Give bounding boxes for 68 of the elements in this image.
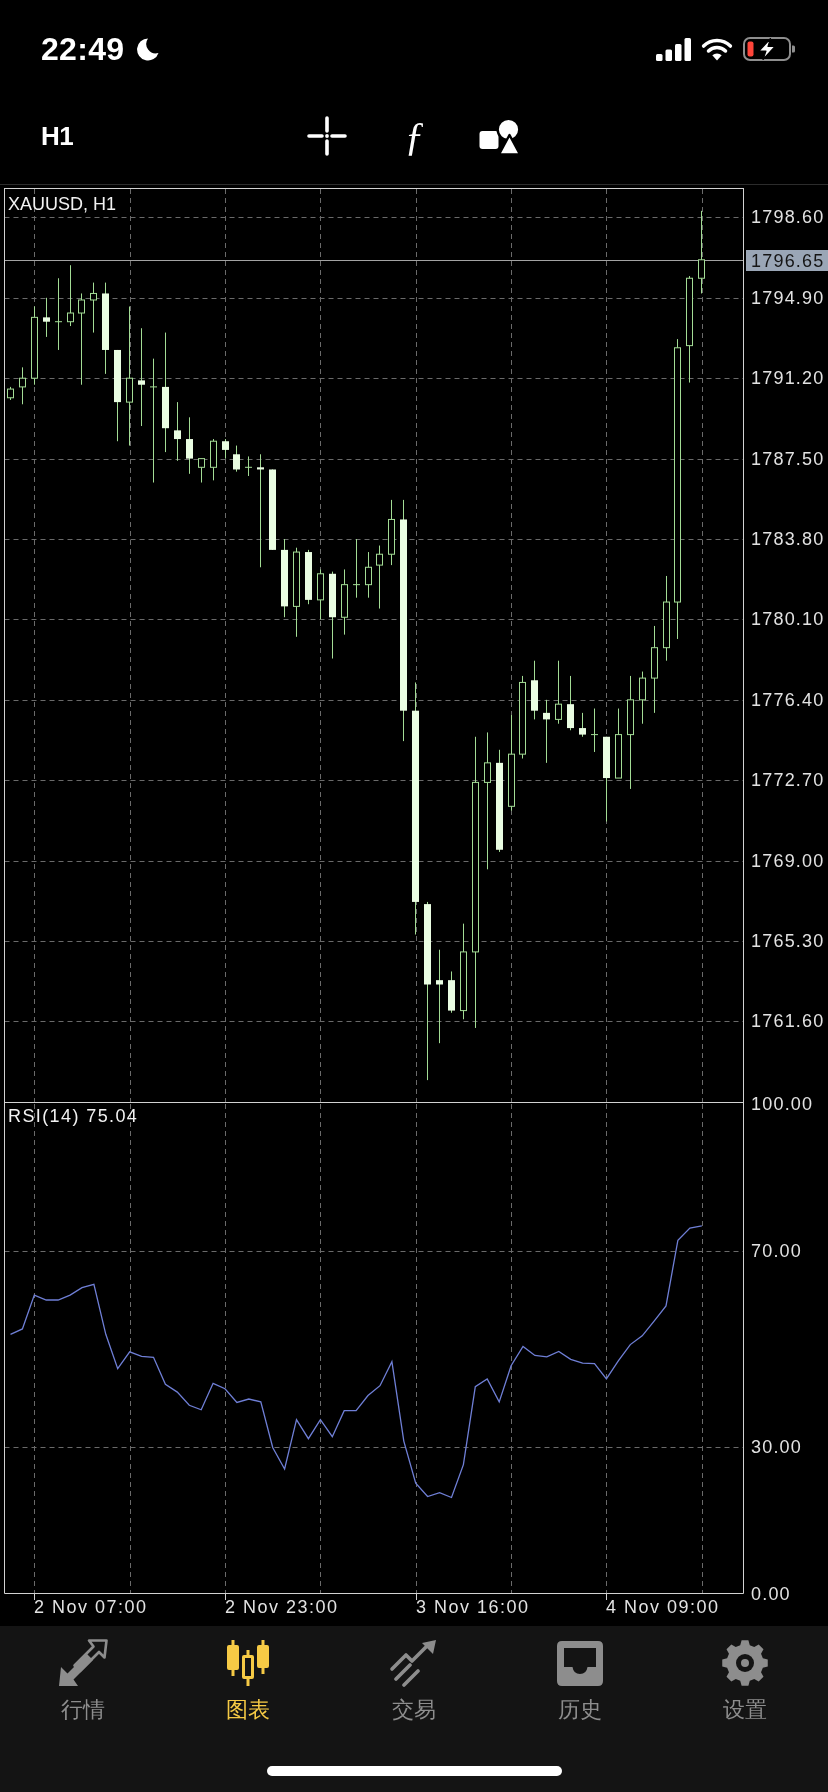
crosshair-button[interactable]: [307, 116, 347, 156]
price-level-tag: 1796.65: [746, 250, 828, 271]
diagonal-arrows-icon: [57, 1639, 108, 1687]
time-label: 3 Nov 16:00: [416, 1597, 530, 1617]
price-label: 1765.30: [751, 931, 825, 952]
tab[interactable]: 交易: [331, 1639, 497, 1723]
candle: [365, 551, 372, 599]
battery-icon: [743, 37, 796, 61]
price-label: 1761.60: [751, 1011, 825, 1032]
axis-label: 0.00: [751, 1583, 791, 1604]
tab[interactable]: 图表: [165, 1639, 332, 1723]
tab[interactable]: 设置: [662, 1639, 828, 1723]
candle: [7, 386, 14, 401]
wifi-icon: [701, 37, 733, 61]
candle: [233, 445, 240, 473]
price-label: 1776.40: [751, 689, 825, 710]
price-label: 1787.50: [751, 448, 825, 469]
candle: [43, 297, 50, 338]
candle: [352, 538, 361, 599]
moon-icon: [135, 36, 161, 62]
price-label: 1791.20: [751, 368, 825, 389]
axis-label: 70.00: [751, 1240, 803, 1261]
price-label: 1794.90: [751, 287, 825, 308]
candle: [90, 282, 97, 334]
candle: [579, 712, 586, 738]
axis-label: 30.00: [751, 1436, 803, 1457]
tab[interactable]: 行情: [0, 1639, 166, 1723]
candle: [244, 455, 253, 477]
candle: [341, 568, 348, 636]
candle: [305, 549, 312, 605]
candle: [376, 545, 383, 610]
candle: [448, 970, 455, 1014]
chart-title: XAUUSD, H1: [8, 194, 117, 214]
candle: [639, 671, 646, 725]
time-label: 4 Nov 09:00: [606, 1597, 720, 1617]
candle: [222, 438, 229, 460]
candle: [590, 708, 599, 753]
candle: [19, 366, 26, 405]
price-label: 1769.00: [751, 850, 825, 871]
indicator-title: RSI(14) 75.04: [8, 1106, 139, 1126]
candle: [555, 660, 562, 725]
candle: [531, 660, 538, 720]
crosshair-icon: [307, 116, 347, 156]
trend-arrow-icon: [389, 1639, 439, 1687]
candle: [210, 438, 217, 481]
tray-icon: [554, 1639, 605, 1687]
candle: [543, 699, 550, 764]
signal-icon: [656, 37, 691, 61]
axis-label: 100.00: [751, 1093, 814, 1114]
settings-icon: [720, 1639, 771, 1687]
price-label: 1780.10: [751, 609, 825, 630]
candle: [567, 675, 574, 731]
candle: [186, 416, 193, 475]
candle: [317, 568, 324, 620]
function-button[interactable]: ƒ: [400, 116, 429, 156]
candle: [67, 264, 74, 327]
price-label: 1772.70: [751, 770, 825, 791]
candle: [615, 708, 622, 779]
time-label: 2 Nov 07:00: [34, 1597, 148, 1617]
tab[interactable]: 历史: [496, 1639, 663, 1723]
candle: [388, 499, 395, 566]
candle: [198, 458, 205, 483]
price-label: 1783.80: [751, 529, 825, 549]
time-label: 2 Nov 23:00: [225, 1597, 339, 1617]
price-label: 1798.60: [751, 207, 825, 228]
candle: [174, 401, 181, 462]
status-time: 22:49: [41, 33, 125, 65]
timeframe-button[interactable]: H1: [41, 123, 74, 149]
